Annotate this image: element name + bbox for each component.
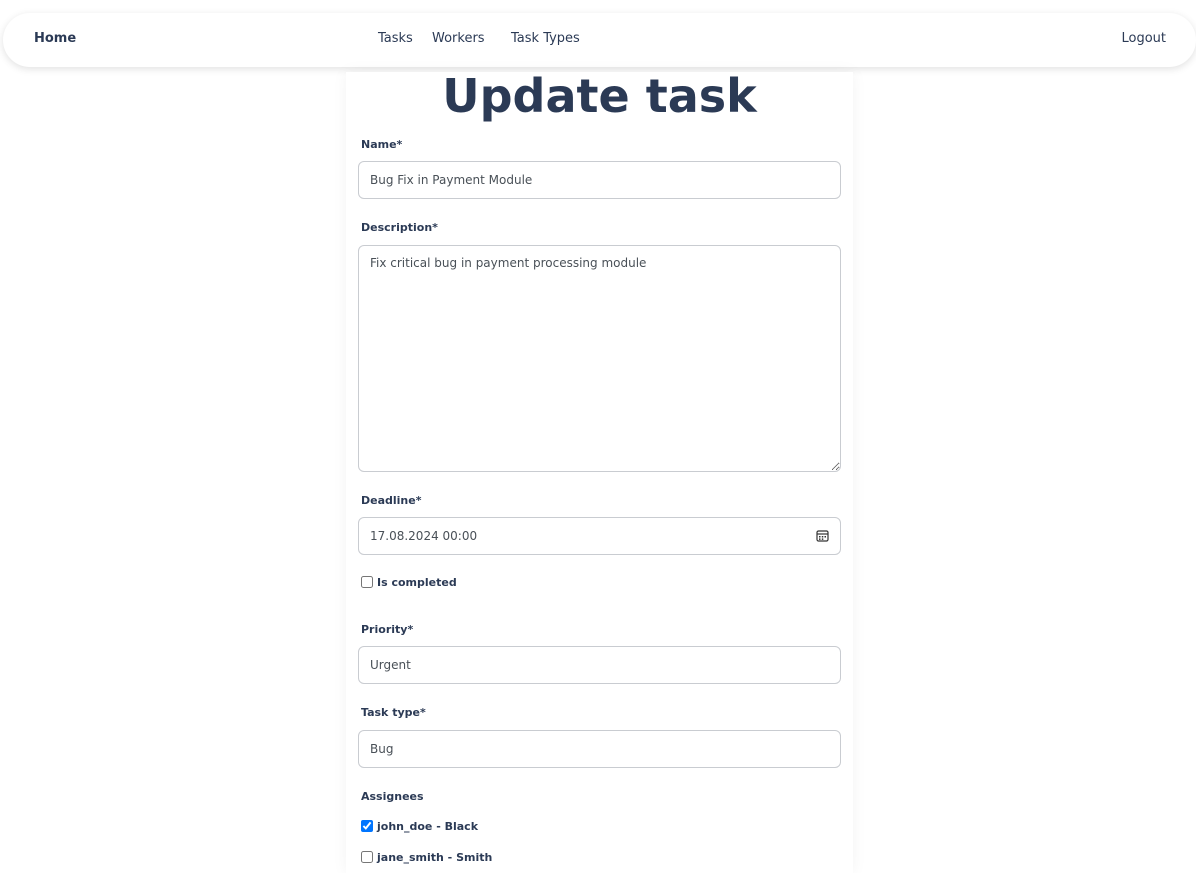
description-field[interactable]: Fix critical bug in payment processing m… [358,245,841,472]
name-label: Name* [361,138,403,151]
deadline-field[interactable] [358,517,841,555]
assignee-checkbox-john-doe[interactable] [361,819,373,832]
nav-task-types-link[interactable]: Task Types [511,31,580,46]
assignee-option: john_doe - Black [361,819,479,833]
task-type-field[interactable] [358,730,841,768]
deadline-picker [358,517,841,555]
assignee-label: john_doe - Black [377,820,479,833]
name-field[interactable] [358,161,841,199]
page-title: Update task [442,69,757,123]
nav-tasks-link[interactable]: Tasks [378,31,413,46]
is-completed-row: Is completed [361,575,457,589]
nav-workers-link[interactable]: Workers [432,31,485,46]
description-label: Description* [361,221,438,234]
priority-field[interactable] [358,646,841,684]
assignee-option: jane_smith - Smith [361,850,493,864]
is-completed-label: Is completed [377,576,457,589]
assignees-label: Assignees [361,790,424,803]
is-completed-checkbox[interactable] [361,575,373,588]
deadline-label: Deadline* [361,494,422,507]
calendar-icon[interactable] [816,529,829,542]
nav-home-link[interactable]: Home [34,31,76,46]
priority-label: Priority* [361,623,414,636]
logout-link[interactable]: Logout [1121,31,1166,46]
navbar: Home Tasks Workers Task Types Logout [3,13,1196,67]
assignee-label: jane_smith - Smith [377,851,493,864]
update-task-form: Update task Name* Description* Fix criti… [346,72,853,873]
task-type-label: Task type* [361,706,426,719]
assignee-checkbox-jane-smith[interactable] [361,850,373,863]
